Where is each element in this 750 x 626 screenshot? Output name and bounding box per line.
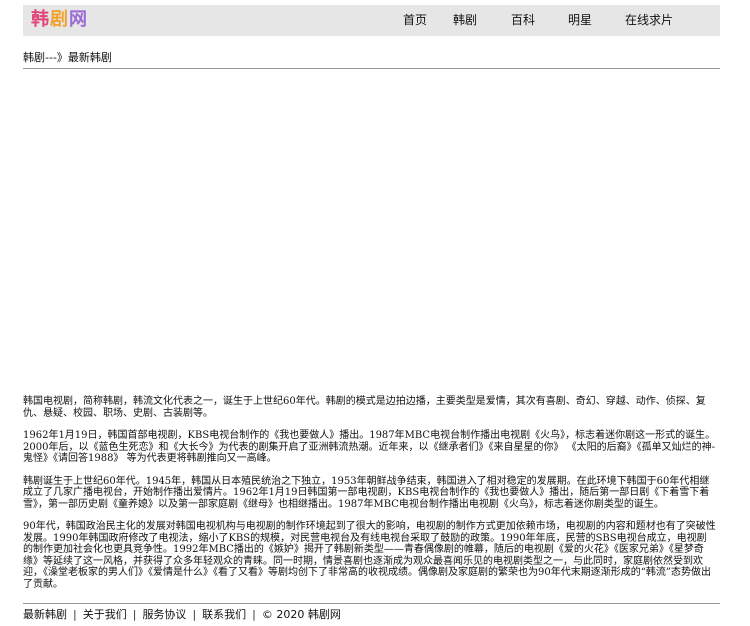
nav-item-home[interactable]: 首页 bbox=[403, 5, 427, 36]
logo-char: 剧 bbox=[50, 9, 69, 30]
nav-item-korean-drama[interactable]: 韩剧 bbox=[453, 5, 477, 36]
footer-separator: | bbox=[73, 608, 77, 621]
footer-link-service-agreement[interactable]: 服务协议 bbox=[142, 608, 186, 621]
footer-link-latest-dramas[interactable]: 最新韩剧 bbox=[23, 608, 67, 621]
article-body: 韩国电视剧，简称韩剧，韩流文化代表之一，诞生于上世纪60年代。韩剧的模式是边拍边… bbox=[23, 396, 716, 601]
article-paragraph: 韩剧诞生于上世纪60年代。1945年，韩国从日本殖民统治之下独立，1953年朝鲜… bbox=[23, 475, 710, 510]
footer-link-contact-us[interactable]: 联系我们 bbox=[202, 608, 246, 621]
logo-char: 韩 bbox=[31, 9, 50, 30]
footer-separator: | bbox=[252, 608, 256, 621]
copyright-text: © 2020 韩剧网 bbox=[261, 608, 341, 621]
article-paragraph: 韩国电视剧，简称韩剧，韩流文化代表之一，诞生于上世纪60年代。韩剧的模式是边拍边… bbox=[23, 396, 706, 419]
breadcrumb-current: 最新韩剧 bbox=[67, 51, 112, 64]
breadcrumb: 韩剧---》最新韩剧 bbox=[23, 50, 112, 66]
article-paragraph: 90年代，韩国政治民主化的发展对韩国电视机构与电视剧的制作环境起到了很大的影响，… bbox=[23, 521, 716, 590]
header-divider bbox=[23, 68, 720, 69]
site-logo[interactable]: 韩 剧 网 bbox=[31, 8, 88, 32]
footer-separator: | bbox=[192, 608, 197, 621]
nav-item-request-film[interactable]: 在线求片 bbox=[625, 5, 673, 36]
article-paragraph: 1962年1月19日，韩国首部电视剧，KBS电视台制作的《我也要做人》播出。19… bbox=[23, 430, 716, 464]
logo-char: 网 bbox=[69, 9, 88, 30]
footer: 最新韩剧 | 关于我们 | 服务协议 | 联系我们 | © 2020 韩剧网 bbox=[23, 607, 341, 623]
top-navigation-bar: 韩 剧 网 首页 韩剧 百科 明星 在线求片 bbox=[23, 5, 720, 36]
nav-item-encyclopedia[interactable]: 百科 bbox=[511, 5, 535, 36]
breadcrumb-separator: ---》 bbox=[45, 51, 68, 64]
nav-item-stars[interactable]: 明星 bbox=[568, 5, 592, 36]
footer-link-about-us[interactable]: 关于我们 bbox=[83, 608, 127, 621]
breadcrumb-home[interactable]: 韩剧 bbox=[23, 51, 45, 64]
footer-divider bbox=[23, 603, 720, 604]
footer-separator: | bbox=[132, 608, 137, 621]
